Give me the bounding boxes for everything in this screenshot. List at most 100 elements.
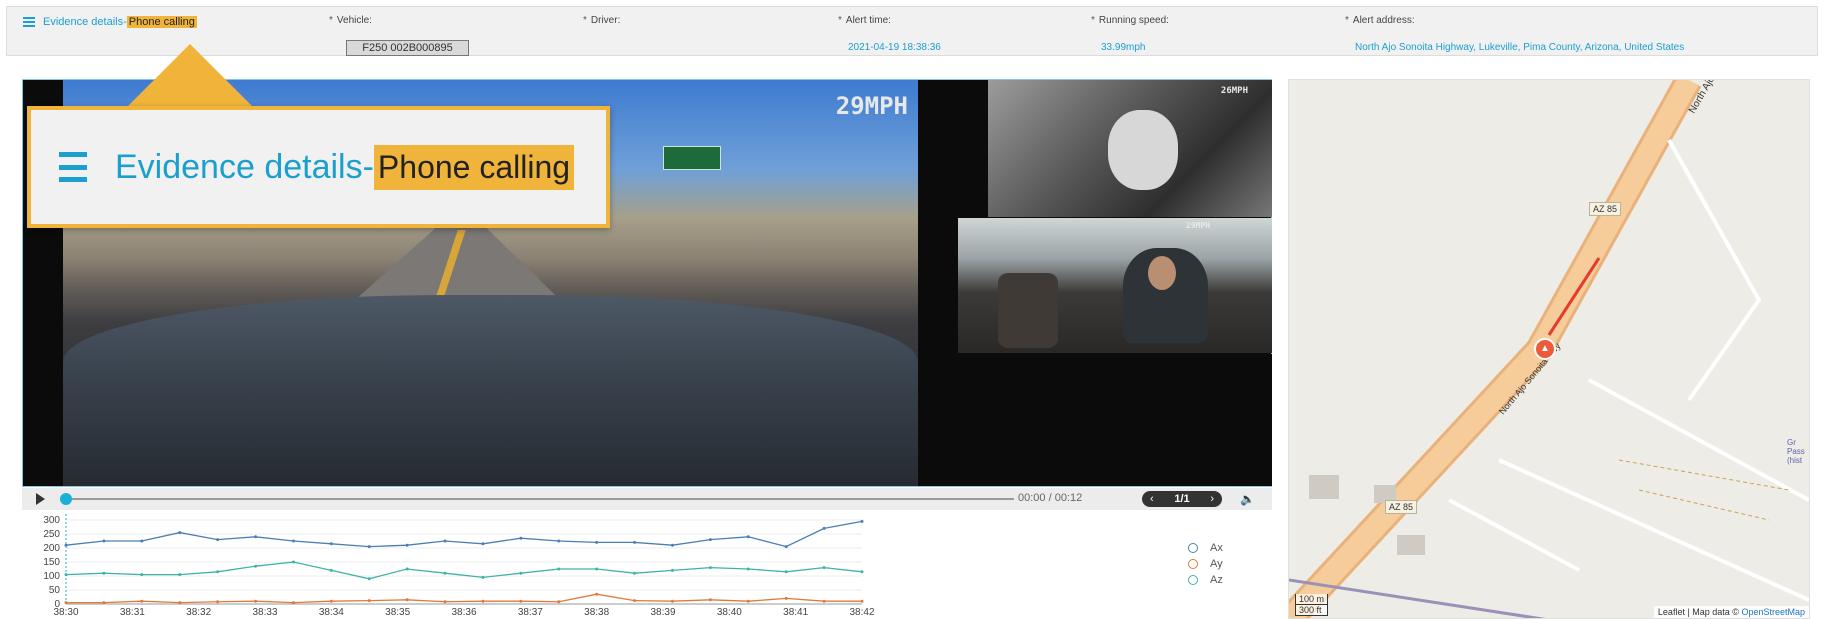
scale-imperial: 300 ft bbox=[1295, 605, 1329, 616]
data-point-ay bbox=[633, 599, 637, 603]
vehicle-plate: F250 002B000895 bbox=[346, 40, 469, 56]
map-side-label: Gr Pass (hist bbox=[1787, 438, 1805, 465]
data-point-ax bbox=[708, 538, 712, 542]
prev-page-icon[interactable]: ‹ bbox=[1150, 493, 1154, 505]
data-point-ay bbox=[746, 599, 750, 603]
data-point-az bbox=[519, 571, 523, 575]
data-point-az bbox=[178, 573, 182, 577]
data-point-ay bbox=[405, 598, 409, 602]
cabin-seat-image bbox=[998, 273, 1058, 348]
volume-icon[interactable]: 🔈 bbox=[1240, 492, 1255, 506]
evidence-title[interactable]: Evidence details- Phone calling bbox=[23, 16, 197, 28]
data-point-ay bbox=[822, 599, 826, 603]
data-point-ay bbox=[481, 599, 485, 603]
alert-time-value: 2021-04-19 18:38:36 bbox=[848, 42, 941, 53]
x-tick-label: 38:37 bbox=[518, 607, 543, 618]
y-tick-label: 100 bbox=[43, 571, 60, 582]
alert-location-marker[interactable]: ▲ bbox=[1534, 338, 1556, 360]
y-tick-label: 200 bbox=[43, 543, 60, 554]
data-point-az bbox=[595, 567, 599, 571]
vehicle-label: * Vehicle: bbox=[329, 15, 372, 26]
cabin-cam-speed-overlay: 29MPH bbox=[1186, 221, 1211, 230]
alert-address-value[interactable]: North Ajo Sonoita Highway, Lukeville, Pi… bbox=[1355, 42, 1684, 53]
empty-camera-slot bbox=[958, 354, 1272, 486]
data-point-az bbox=[291, 560, 295, 564]
data-point-az bbox=[367, 577, 371, 581]
pager-value: 1/1 bbox=[1174, 493, 1190, 505]
driver-label: * Driver: bbox=[583, 15, 621, 26]
data-point-az bbox=[670, 568, 674, 572]
x-tick-label: 38:35 bbox=[385, 607, 410, 618]
alert-address-label: * Alert address: bbox=[1345, 15, 1415, 26]
data-point-az bbox=[102, 571, 106, 575]
play-icon[interactable] bbox=[36, 493, 45, 505]
x-tick-label: 38:39 bbox=[650, 607, 675, 618]
route-shield-az85-top: AZ 85 bbox=[1589, 202, 1622, 216]
data-point-az bbox=[557, 567, 561, 571]
x-tick-label: 38:31 bbox=[120, 607, 145, 618]
data-point-az bbox=[64, 573, 68, 577]
route-shield-az85-bottom: AZ 85 bbox=[1385, 500, 1418, 514]
data-point-az bbox=[329, 568, 333, 572]
driver-cam-speed-overlay: 26MPH bbox=[1220, 86, 1248, 96]
scale-metric: 100 m bbox=[1295, 594, 1329, 605]
driver-ir-camera-view: 26MPH bbox=[988, 80, 1272, 217]
progress-knob[interactable] bbox=[60, 493, 72, 505]
data-point-az bbox=[216, 570, 220, 574]
data-point-ax bbox=[595, 540, 599, 544]
accel-chart-svg: 05010015020025030038:30 38:31 38:32 38:33 38… bbox=[43, 514, 875, 618]
chart-legend: Ax Ay Az bbox=[1182, 540, 1223, 588]
osm-link[interactable]: OpenStreetMap bbox=[1741, 607, 1805, 617]
alert-map[interactable]: North Ajo Sonoita North Ajo Sonoita Hwy … bbox=[1288, 79, 1810, 619]
running-speed-label: * Running speed: bbox=[1091, 15, 1169, 26]
data-point-ax bbox=[329, 542, 333, 546]
data-point-az bbox=[405, 567, 409, 571]
x-tick-label: 38:41 bbox=[783, 607, 808, 618]
running-speed-value: 33.99mph bbox=[1101, 42, 1146, 53]
data-point-ay bbox=[216, 600, 220, 604]
data-point-az bbox=[443, 571, 447, 575]
front-speed-overlay: 29MPH bbox=[835, 92, 908, 120]
x-tick-label: 38:34 bbox=[319, 607, 344, 618]
x-tick-label: 38:42 bbox=[849, 607, 874, 618]
data-point-az bbox=[140, 573, 144, 577]
data-point-ay bbox=[178, 601, 182, 605]
x-tick-label: 38:38 bbox=[584, 607, 609, 618]
data-point-ax bbox=[670, 543, 674, 547]
y-tick-label: 250 bbox=[43, 529, 60, 540]
legend-ax[interactable]: Ax bbox=[1182, 540, 1223, 556]
data-point-ax bbox=[140, 539, 144, 543]
cabin-camera-view: 29MPH bbox=[958, 218, 1272, 353]
data-point-az bbox=[860, 570, 864, 574]
data-point-ay bbox=[102, 601, 106, 605]
x-tick-label: 38:33 bbox=[252, 607, 277, 618]
camera-pager: ‹ 1/1 › bbox=[1142, 491, 1222, 507]
evidence-header: Evidence details- Phone calling * Vehicle:… bbox=[6, 6, 1818, 56]
driver-head-image bbox=[1148, 256, 1176, 290]
data-point-ay bbox=[291, 601, 295, 605]
legend-az[interactable]: Az bbox=[1182, 572, 1223, 588]
data-point-ay bbox=[784, 596, 788, 600]
evidence-title-text: Evidence details- bbox=[43, 16, 127, 28]
x-tick-label: 38:40 bbox=[717, 607, 742, 618]
y-tick-label: 150 bbox=[43, 557, 60, 568]
data-point-ax bbox=[481, 542, 485, 546]
data-point-ax bbox=[860, 519, 864, 523]
data-point-ay bbox=[708, 598, 712, 602]
x-tick-label: 38:32 bbox=[186, 607, 211, 618]
data-point-az bbox=[481, 575, 485, 579]
data-point-ax bbox=[102, 539, 106, 543]
data-point-ax bbox=[557, 539, 561, 543]
next-page-icon[interactable]: › bbox=[1210, 493, 1214, 505]
menu-icon[interactable] bbox=[23, 17, 35, 27]
player-controls: 00:00 / 00:12 ‹ 1/1 › 🔈 bbox=[22, 488, 1272, 510]
data-point-ay bbox=[595, 592, 599, 596]
data-point-ax bbox=[519, 536, 523, 540]
data-point-az bbox=[784, 570, 788, 574]
x-tick-label: 38:30 bbox=[53, 607, 78, 618]
data-point-ay bbox=[329, 599, 333, 603]
legend-ay[interactable]: Ay bbox=[1182, 556, 1223, 572]
data-point-ay bbox=[254, 599, 258, 603]
data-point-ax bbox=[746, 535, 750, 539]
progress-track[interactable] bbox=[66, 498, 1014, 500]
